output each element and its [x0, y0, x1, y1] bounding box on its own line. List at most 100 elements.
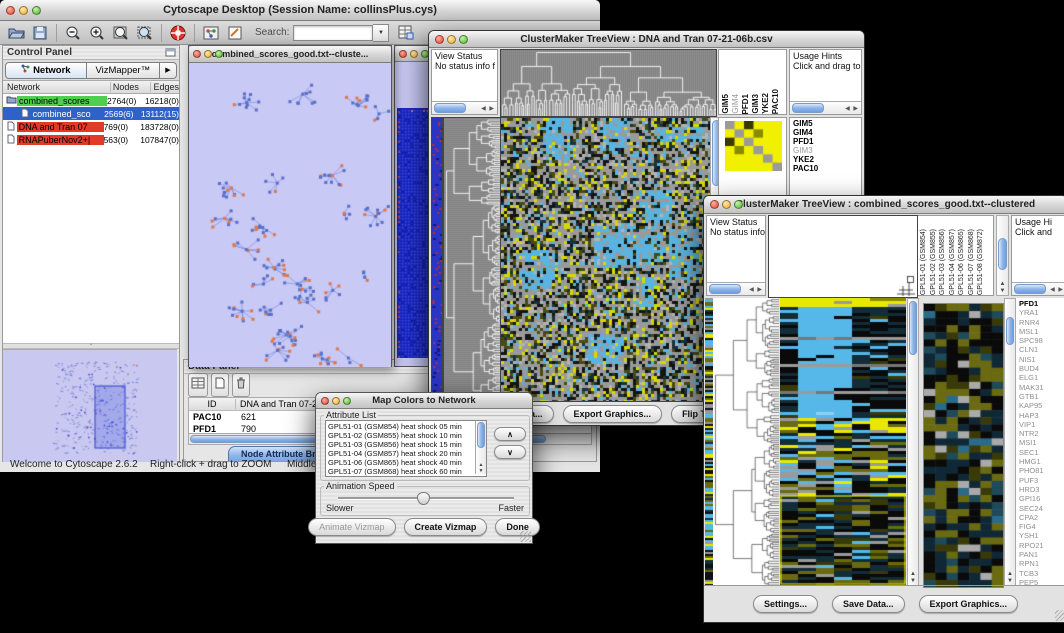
tv1-similarity-matrix[interactable]: [725, 121, 782, 171]
tv1-export-graphics-button[interactable]: Export Graphics...: [563, 405, 663, 423]
tv1-column-dendrogram[interactable]: [500, 49, 717, 117]
move-up-button[interactable]: ∧: [494, 427, 526, 441]
tv2-gene-item[interactable]: PFD1: [1019, 299, 1064, 308]
col-header-network[interactable]: Network: [3, 82, 110, 92]
tv2-column-label[interactable]: GPL51-04 (GSM857): [949, 229, 959, 295]
network-list-row[interactable]: combined_sco2569(6)13112(15): [3, 107, 179, 120]
attribute-list-item[interactable]: GPL51-01 (GSM854) heat shock 05 min: [328, 422, 486, 431]
tv1-row-dendrogram[interactable]: [443, 117, 501, 402]
minimize-button[interactable]: [19, 6, 28, 15]
tv2-gene-item[interactable]: YSH1: [1019, 531, 1064, 540]
tv2-gene-item[interactable]: VIP1: [1019, 420, 1064, 429]
attribute-list-item[interactable]: GPL51-03 (GSM856) heat shock 15 min: [328, 440, 486, 449]
attribute-table-icon[interactable]: [395, 23, 417, 42]
tv2-gene-item[interactable]: MSI1: [1019, 438, 1064, 447]
tv2-gene-item[interactable]: CPA2: [1019, 513, 1064, 522]
attribute-list-item[interactable]: GPL51-04 (GSM857) heat shock 20 min: [328, 449, 486, 458]
treeview2-titlebar[interactable]: ClusterMaker TreeView : combined_scores_…: [704, 196, 1064, 214]
tv2-gene-item[interactable]: RPN1: [1019, 559, 1064, 568]
tv2-gene-item[interactable]: HRD3: [1019, 485, 1064, 494]
attribute-list-scrollbar[interactable]: ▲▼: [475, 421, 486, 474]
resize-grip[interactable]: [520, 531, 531, 542]
tv2-heatmap[interactable]: [780, 298, 906, 586]
tv1-gene-item[interactable]: PFD1: [793, 137, 861, 146]
cytoscape-titlebar[interactable]: Cytoscape Desktop (Session Name: collins…: [0, 0, 600, 21]
tv2-export-graphics-button[interactable]: Export Graphics...: [919, 595, 1019, 613]
tv2-column-label[interactable]: GPL51-08 (GSM872): [977, 229, 987, 295]
col-header-nodes[interactable]: Nodes: [110, 82, 151, 92]
tv2-save-data-button[interactable]: Save Data...: [832, 595, 905, 613]
save-icon[interactable]: [29, 23, 51, 42]
tv2-labels-scrollbar[interactable]: ▲▼: [996, 215, 1009, 296]
open-file-icon[interactable]: [5, 23, 27, 42]
attribute-list-item[interactable]: GPL51-02 (GSM855) heat shock 10 min: [328, 431, 486, 440]
tv1-column-label[interactable]: GIM3: [751, 94, 761, 114]
tv2-gene-item[interactable]: KAP95: [1019, 401, 1064, 410]
resize-grip[interactable]: [1055, 610, 1064, 621]
tab-network[interactable]: Network: [5, 62, 87, 79]
attribute-list-item[interactable]: GPL51-07 (GSM868) heat shock 60 min: [328, 467, 486, 476]
network-view-icon[interactable]: [200, 23, 222, 42]
tv2-gene-item[interactable]: YRA1: [1019, 308, 1064, 317]
tv2-gene-item[interactable]: GTB1: [1019, 392, 1064, 401]
zoom-button[interactable]: [215, 50, 223, 58]
treeview1-titlebar[interactable]: ClusterMaker TreeView : DNA and Tran 07-…: [429, 31, 864, 48]
col-header-edges[interactable]: Edges: [150, 82, 179, 92]
tv1-gene-item[interactable]: PAC10: [793, 164, 861, 173]
dialog-create-vizmap-button[interactable]: Create Vizmap: [404, 518, 488, 536]
close-button[interactable]: [321, 397, 329, 405]
tv1-global-overview-strip[interactable]: [431, 117, 443, 402]
tv2-gene-item[interactable]: FIG4: [1019, 522, 1064, 531]
zoom-button[interactable]: [734, 200, 743, 209]
tv2-column-label[interactable]: GPL51-06 (GSM865): [958, 229, 968, 295]
tv1-column-label[interactable]: GIM5: [721, 94, 731, 114]
tab-overflow-button[interactable]: ▶: [160, 62, 177, 79]
network-list-row[interactable]: DNA and Tran 07769(0)183728(0): [3, 120, 179, 133]
tv2-gene-item[interactable]: GPI16: [1019, 494, 1064, 503]
tv1-column-label[interactable]: PAC10: [771, 89, 781, 114]
network-view-titlebar[interactable]: combined_scores_good.txt--cluste...: [189, 46, 391, 63]
minimize-button[interactable]: [447, 35, 456, 44]
tv2-gene-item[interactable]: MSL1: [1019, 327, 1064, 336]
tv2-column-label[interactable]: GPL51-03 (GSM856): [939, 229, 949, 295]
tv1-gene-item[interactable]: GIM4: [793, 128, 861, 137]
tv1-column-label[interactable]: GIM4: [731, 94, 741, 114]
help-lifering-icon[interactable]: [167, 23, 189, 42]
tv2-column-label[interactable]: GPL51-01 (GSM854): [920, 229, 930, 295]
h-scrollbar[interactable]: ◀ ▶: [707, 282, 765, 295]
close-button[interactable]: [6, 6, 15, 15]
close-button[interactable]: [435, 35, 444, 44]
tv2-gene-item[interactable]: ELG1: [1019, 373, 1064, 382]
tv2-column-label[interactable]: GPL51-07 (GSM868): [968, 229, 978, 295]
dialog-titlebar[interactable]: Map Colors to Network: [316, 393, 532, 409]
close-button[interactable]: [193, 50, 201, 58]
dp-col-id[interactable]: ID: [189, 399, 236, 409]
annotation-icon[interactable]: [224, 23, 246, 42]
network-overview[interactable]: [3, 349, 177, 462]
tv2-zoom-scrollbar[interactable]: ▲▼: [1004, 298, 1016, 586]
zoom-in-icon[interactable]: [86, 23, 108, 42]
close-button[interactable]: [399, 50, 407, 58]
tv2-gene-item[interactable]: MAK31: [1019, 383, 1064, 392]
tv1-column-label[interactable]: PFD1: [741, 94, 751, 114]
tv2-row-dendrogram[interactable]: [713, 298, 779, 586]
tv2-gene-item[interactable]: NTR2: [1019, 429, 1064, 438]
tv2-gene-item[interactable]: HAP3: [1019, 411, 1064, 420]
tv2-heatmap-scrollbar[interactable]: ▲▼: [907, 298, 919, 586]
tv2-gene-item[interactable]: SPC98: [1019, 336, 1064, 345]
new-attribute-icon[interactable]: [211, 373, 229, 397]
tab-vizmapper[interactable]: VizMapper™: [87, 62, 160, 79]
tv2-column-dendrogram[interactable]: [768, 215, 918, 298]
minimize-button[interactable]: [410, 50, 418, 58]
minimize-button[interactable]: [332, 397, 340, 405]
tv2-gene-item[interactable]: BUD4: [1019, 364, 1064, 373]
move-down-button[interactable]: ∨: [494, 445, 526, 459]
tv2-gene-item[interactable]: CLN1: [1019, 345, 1064, 354]
h-scrollbar[interactable]: ◀ ▶: [1012, 282, 1064, 295]
zoom-out-icon[interactable]: [62, 23, 84, 42]
tv2-zoom-heatmap[interactable]: [923, 303, 1004, 588]
zoom-fit-icon[interactable]: [110, 23, 132, 42]
attribute-list-item[interactable]: GPL51-06 (GSM865) heat shock 40 min: [328, 458, 486, 467]
zoom-selected-icon[interactable]: [134, 23, 156, 42]
zoom-button[interactable]: [343, 397, 351, 405]
